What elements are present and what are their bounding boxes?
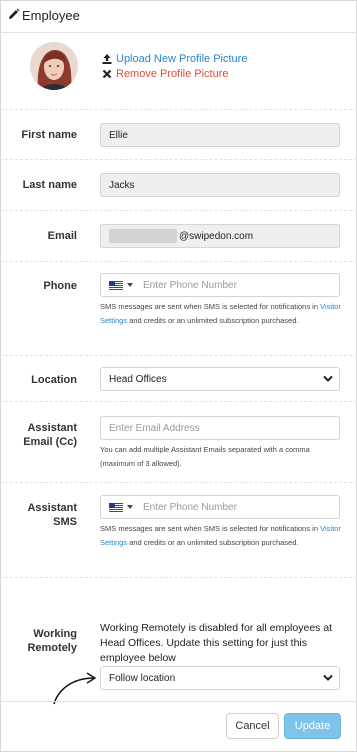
footer-divider <box>0 701 357 702</box>
assistant-email-placeholder: Enter Email Address <box>109 422 200 434</box>
assistant-sms-help-prefix: SMS messages are sent when SMS is select… <box>100 524 319 533</box>
first-name-label: First name <box>21 129 77 141</box>
update-button[interactable]: Update <box>284 713 341 739</box>
redacted-email-user <box>109 229 177 243</box>
country-dropdown-caret-icon[interactable] <box>127 505 133 509</box>
location-label: Location <box>31 374 77 386</box>
avatar <box>30 42 78 90</box>
cancel-button[interactable]: Cancel <box>226 713 279 739</box>
us-flag-icon[interactable] <box>109 280 123 290</box>
assistant-sms-placeholder: Enter Phone Number <box>143 501 237 513</box>
location-select[interactable]: Head Offices <box>100 367 340 391</box>
working-remotely-message: Working Remotely is disabled for all emp… <box>100 622 333 664</box>
phone-help-prefix: SMS messages are sent when SMS is select… <box>100 302 319 311</box>
divider <box>0 109 357 110</box>
panel-title: Employee <box>22 8 80 23</box>
panel-header: Employee <box>0 0 357 33</box>
phone-placeholder: Enter Phone Number <box>143 279 237 291</box>
last-name-field[interactable]: Jacks <box>100 173 340 197</box>
remove-picture-link[interactable]: Remove Profile Picture <box>102 68 229 80</box>
divider <box>0 401 357 402</box>
assistant-email-help: You can add multiple Assistant Emails se… <box>100 445 310 468</box>
divider <box>0 261 357 262</box>
close-icon <box>102 69 112 79</box>
working-remotely-value: Follow location <box>109 672 176 684</box>
email-domain: @swipedon.com <box>179 230 254 242</box>
last-name-label: Last name <box>22 179 77 191</box>
pencil-icon <box>9 8 20 19</box>
upload-picture-label: Upload New Profile Picture <box>116 53 248 65</box>
assistant-sms-help-suffix: and credits or an unlimited subscription… <box>129 538 299 547</box>
us-flag-icon[interactable] <box>109 502 123 512</box>
divider <box>0 482 357 483</box>
divider <box>0 159 357 160</box>
phone-help-text: SMS messages are sent when SMS is select… <box>100 300 345 328</box>
working-remotely-label: Working Remotely <box>27 628 77 654</box>
email-label: Email <box>47 230 77 242</box>
email-field[interactable]: @swipedon.com <box>100 224 340 248</box>
location-value: Head Offices <box>109 373 167 385</box>
assistant-sms-help-text: SMS messages are sent when SMS is select… <box>100 522 345 550</box>
divider <box>0 355 357 356</box>
first-name-field[interactable]: Ellie <box>100 123 340 147</box>
assistant-sms-label: Assistant SMS <box>27 502 77 528</box>
phone-input[interactable]: Enter Phone Number <box>100 273 340 297</box>
working-remotely-select[interactable]: Follow location <box>100 666 340 690</box>
country-dropdown-caret-icon[interactable] <box>127 283 133 287</box>
assistant-email-input[interactable]: Enter Email Address <box>100 416 340 440</box>
assistant-sms-input[interactable]: Enter Phone Number <box>100 495 340 519</box>
last-name-value: Jacks <box>109 179 135 191</box>
upload-icon <box>102 54 112 64</box>
chevron-down-icon <box>323 375 333 382</box>
remove-picture-label: Remove Profile Picture <box>116 68 229 80</box>
first-name-value: Ellie <box>109 129 128 141</box>
upload-picture-link[interactable]: Upload New Profile Picture <box>102 53 247 65</box>
phone-label: Phone <box>43 280 77 292</box>
divider <box>0 577 357 578</box>
annotation-arrow-icon <box>53 672 97 705</box>
phone-help-suffix: and credits or an unlimited subscription… <box>129 316 299 325</box>
chevron-down-icon <box>323 674 333 681</box>
assistant-email-label: Assistant Email (Cc) <box>23 422 77 448</box>
divider <box>0 210 357 211</box>
